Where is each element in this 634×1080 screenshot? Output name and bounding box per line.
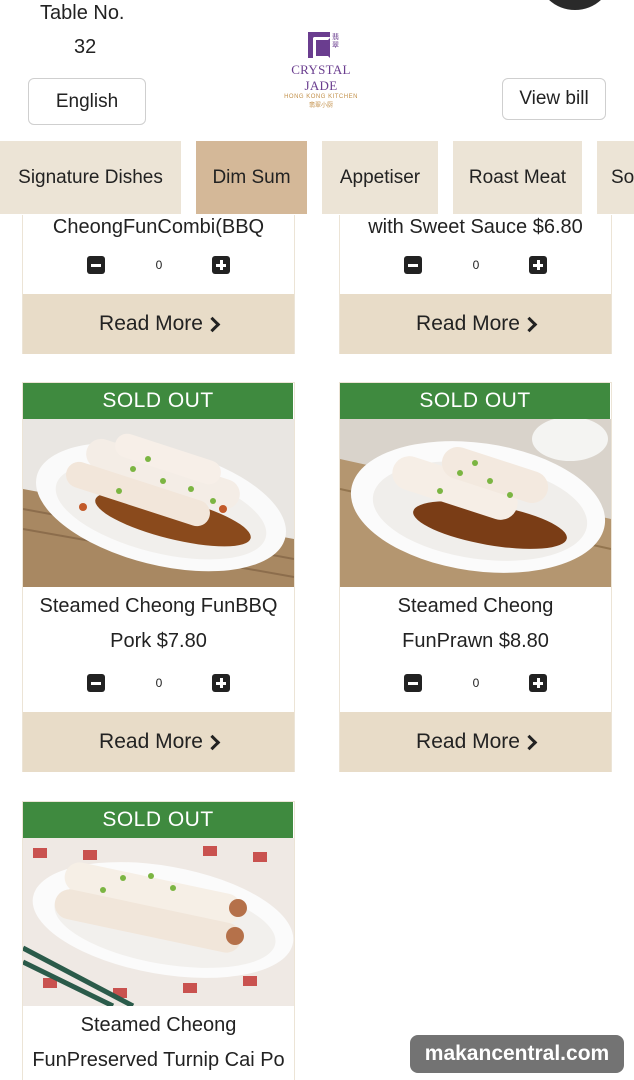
menu-item-card: CheongFunCombi(BBQ 0 Read More [22, 215, 295, 354]
dish-photo[interactable] [23, 838, 294, 1006]
tab-soup-partial[interactable]: So [597, 141, 634, 214]
avatar[interactable] [538, 0, 612, 10]
plus-icon[interactable] [529, 256, 547, 274]
item-name-line2: Pork $7.80 [110, 630, 207, 652]
language-button[interactable]: English [28, 78, 146, 125]
read-more-button[interactable]: Read More [340, 712, 611, 772]
item-name-line1: Steamed Cheong [80, 1014, 237, 1036]
chevron-right-icon [204, 316, 221, 332]
quantity-value: 0 [155, 258, 163, 272]
read-more-label: Read More [416, 312, 520, 335]
plus-icon[interactable] [212, 674, 230, 692]
logo-name: CRYSTAL JADE [291, 62, 351, 93]
category-tabs: Signature Dishes Dim Sum Appetiser Roast… [0, 141, 634, 215]
tab-roast-meat[interactable]: Roast Meat [453, 141, 582, 214]
watermark: makancentral.com [410, 1035, 624, 1073]
menu-item-card: SOLD OUT Steamed Cheong FunBBQ Pork $7.8… [22, 382, 295, 772]
dish-photo[interactable] [23, 419, 294, 587]
dish-photo[interactable] [340, 419, 611, 587]
sold-out-badge: SOLD OUT [340, 383, 610, 419]
tab-signature-dishes[interactable]: Signature Dishes [0, 141, 181, 214]
menu-item-card: SOLD OUT Steamed Cheong FunPrawn $8.80 0 [339, 382, 612, 772]
quantity-stepper: 0 [23, 674, 294, 696]
menu-item-card: SOLD OUT Steamed Cheong FunPreserved Tur… [22, 801, 295, 1080]
quantity-value: 0 [472, 258, 480, 272]
chevron-right-icon [204, 734, 221, 750]
chevron-right-icon [521, 316, 538, 332]
plus-icon[interactable] [529, 674, 547, 692]
menu-item-card: with Sweet Sauce $6.80 0 Read More [339, 215, 612, 354]
table-label: Table No. [40, 2, 125, 24]
quantity-stepper: 0 [23, 256, 294, 278]
sold-out-badge: SOLD OUT [23, 802, 293, 838]
item-name-line1: Steamed Cheong [397, 595, 554, 617]
quantity-stepper: 0 [340, 256, 611, 278]
logo-chinese-text: 翡翠小厨 [308, 103, 333, 109]
item-name-line1: Steamed Cheong FunBBQ [39, 595, 278, 617]
chevron-right-icon [521, 734, 538, 750]
read-more-button[interactable]: Read More [340, 294, 611, 354]
quantity-stepper: 0 [340, 674, 611, 696]
item-name: CheongFunCombi(BBQ [52, 216, 265, 238]
read-more-label: Read More [99, 730, 203, 753]
item-name-line2: FunPreserved Turnip Cai Po [32, 1049, 285, 1071]
page-header: Table No. 32 翡翠 CRYSTAL JADE HONG KONG K… [0, 0, 634, 140]
table-number: 32 [74, 36, 97, 58]
read-more-button[interactable]: Read More [23, 712, 294, 772]
sold-out-badge: SOLD OUT [23, 383, 293, 419]
item-name: with Sweet Sauce $6.80 [368, 216, 583, 238]
view-bill-button[interactable]: View bill [502, 78, 606, 120]
restaurant-logo: 翡翠 CRYSTAL JADE HONG KONG KITCHEN 翡翠小厨 [276, 32, 366, 109]
read-more-label: Read More [416, 730, 520, 753]
read-more-label: Read More [99, 312, 203, 335]
item-name-line2: FunPrawn $8.80 [402, 630, 549, 652]
minus-icon[interactable] [87, 674, 105, 692]
minus-icon[interactable] [87, 256, 105, 274]
tab-dim-sum[interactable]: Dim Sum [196, 141, 307, 214]
tab-appetiser[interactable]: Appetiser [322, 141, 438, 214]
read-more-button[interactable]: Read More [23, 294, 294, 354]
plus-icon[interactable] [212, 256, 230, 274]
quantity-value: 0 [155, 676, 163, 690]
menu-grid: CheongFunCombi(BBQ 0 Read More with Swee… [0, 215, 634, 1080]
logo-icon: 翡翠 [308, 32, 339, 59]
minus-icon[interactable] [404, 674, 422, 692]
quantity-value: 0 [472, 676, 480, 690]
minus-icon[interactable] [404, 256, 422, 274]
